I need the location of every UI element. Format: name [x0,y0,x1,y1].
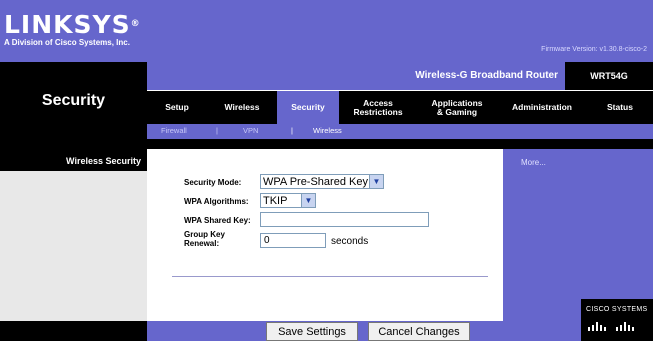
tab-setup[interactable]: Setup [147,91,207,124]
subtab-firewall[interactable]: Firewall [161,126,187,135]
chevron-down-icon[interactable]: ▼ [301,194,315,207]
nav-spacer [147,139,653,149]
tab-security[interactable]: Security [277,91,339,124]
wpa-algorithms-value: TKIP [263,194,288,207]
help-panel [503,149,653,321]
logo-wordmark: LINKSYS [4,10,131,39]
tab-access-restrictions[interactable]: Access Restrictions [339,91,417,124]
form-divider [172,276,488,277]
model-number: WRT54G [565,62,653,90]
tab-applications-gaming[interactable]: Applications & Gaming [417,91,497,124]
product-name: Wireless-G Broadband Router [415,70,558,81]
firmware-version: Firmware Version: v1.30.8-cisco-2 [541,46,647,53]
cisco-logo: CISCO SYSTEMS [581,299,653,341]
group-key-renewal-label: Group Key Renewal: [184,230,225,248]
tab-wireless[interactable]: Wireless [207,91,277,124]
subtab-separator: | [291,126,293,135]
wpa-shared-key-label: WPA Shared Key: [184,216,251,225]
main-nav: Setup Wireless Security Access Restricti… [147,91,653,124]
cisco-bridge-icon [588,322,634,331]
cancel-changes-button[interactable]: Cancel Changes [368,322,470,341]
security-mode-select[interactable]: WPA Pre-Shared Key ▼ [260,174,384,189]
subtab-wireless[interactable]: Wireless [313,126,342,135]
sidebar-panel [0,171,147,321]
chevron-down-icon[interactable]: ▼ [369,175,383,188]
sidebar-label: Wireless Security [0,152,147,171]
wpa-shared-key-input[interactable] [260,212,429,227]
group-key-renewal-input[interactable]: 0 [260,233,326,248]
sub-nav: Firewall | VPN | Wireless [147,124,653,139]
wpa-algorithms-select[interactable]: TKIP ▼ [260,193,316,208]
wpa-algorithms-label: WPA Algorithms: [184,197,249,206]
subtab-separator: | [216,126,218,135]
page-title: Security [41,92,106,109]
cisco-wordmark: CISCO SYSTEMS [586,306,648,313]
logo-subtitle: A Division of Cisco Systems, Inc. [4,38,130,47]
group-key-renewal-unit: seconds [331,236,369,247]
header-band: LINKSYS® A Division of Cisco Systems, In… [0,0,653,62]
subtab-vpn[interactable]: VPN [243,126,258,135]
tab-administration[interactable]: Administration [497,91,587,124]
help-more-link[interactable]: More... [521,158,546,167]
security-mode-value: WPA Pre-Shared Key [263,175,368,188]
security-mode-label: Security Mode: [184,178,242,187]
tab-status[interactable]: Status [587,91,653,124]
linksys-logo: LINKSYS® A Division of Cisco Systems, In… [4,12,141,47]
footer-left [0,321,147,341]
save-settings-button[interactable]: Save Settings [266,322,358,341]
logo-registered-mark: ® [130,19,141,29]
